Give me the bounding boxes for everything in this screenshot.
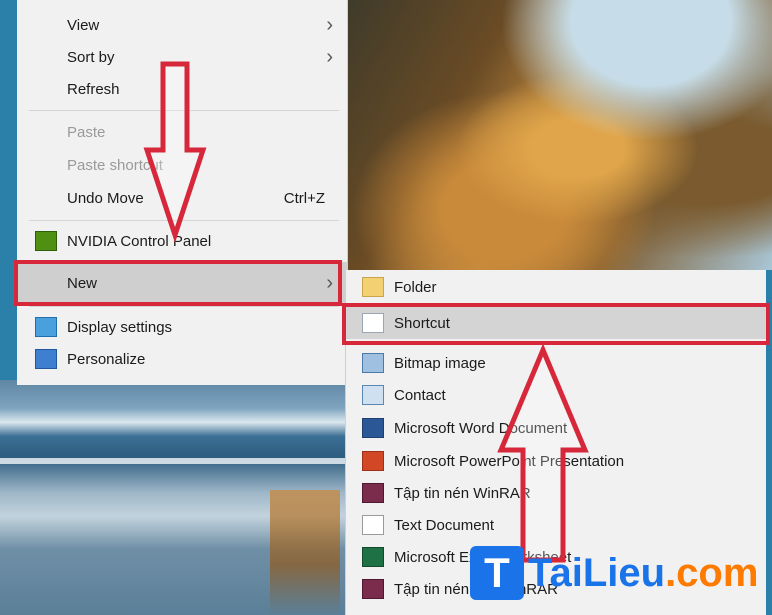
- shortcut-highlight-box: [342, 303, 770, 345]
- menu-item-sort-by[interactable]: Sort by ›: [17, 42, 347, 72]
- wallpaper-cliff: [340, 0, 772, 270]
- powerpoint-icon: [362, 451, 384, 471]
- submenu-item-folder[interactable]: Folder: [346, 272, 766, 302]
- menu-item-label: Paste: [67, 123, 106, 141]
- winrar-icon: [362, 483, 384, 503]
- bitmap-icon: [362, 353, 384, 373]
- menu-item-label: NVIDIA Control Panel: [67, 232, 212, 250]
- submenu-item-label: Folder: [394, 278, 437, 296]
- submenu-item-bitmap-image[interactable]: Bitmap image: [346, 348, 766, 378]
- contact-icon: [362, 385, 384, 405]
- winrar-zip-icon: [362, 579, 384, 599]
- menu-item-refresh[interactable]: Refresh: [17, 74, 347, 104]
- menu-item-label: Display settings: [67, 318, 173, 336]
- wave-band: [0, 458, 350, 464]
- menu-item-paste-shortcut: Paste shortcut: [17, 150, 347, 180]
- text-document-icon: [362, 515, 384, 535]
- menu-item-undo-move[interactable]: Undo Move Ctrl+Z: [17, 183, 347, 213]
- menu-item-label: Sort by: [67, 48, 115, 66]
- menu-separator: [29, 110, 339, 111]
- menu-item-display-settings[interactable]: Display settings: [17, 312, 347, 342]
- submenu-item-powerpoint-presentation[interactable]: Microsoft PowerPoint Presentation: [346, 446, 766, 476]
- menu-item-label: Refresh: [67, 80, 120, 98]
- submenu-item-label: Microsoft Word Document: [394, 419, 568, 437]
- menu-item-view[interactable]: View ›: [17, 10, 347, 40]
- submenu-item-label: Bitmap image: [394, 354, 486, 372]
- display-settings-icon: [35, 317, 57, 337]
- chevron-right-icon: ›: [326, 14, 333, 36]
- menu-item-label: View: [67, 16, 100, 34]
- nvidia-icon: [35, 231, 57, 251]
- word-icon: [362, 418, 384, 438]
- tailieu-wordmark: TaiLieu.com: [528, 550, 759, 595]
- submenu-item-label: Text Document: [394, 516, 495, 534]
- new-highlight-box: [14, 260, 342, 306]
- submenu-item-text-document[interactable]: Text Document: [346, 510, 766, 540]
- chevron-right-icon: ›: [326, 46, 333, 68]
- submenu-item-label: Microsoft PowerPoint Presentation: [394, 452, 625, 470]
- wallpaper-sea: [0, 380, 350, 615]
- menu-item-paste: Paste: [17, 117, 347, 147]
- keyboard-shortcut: Ctrl+Z: [283, 189, 325, 207]
- menu-item-label: Personalize: [67, 350, 146, 368]
- submenu-item-contact[interactable]: Contact: [346, 380, 766, 410]
- submenu-item-label: Contact: [394, 386, 446, 404]
- menu-separator: [29, 220, 339, 221]
- desktop-screenshot: View › Sort by › Refresh Paste Paste sho…: [0, 0, 772, 615]
- tailieu-watermark: T TaiLieu.com: [470, 543, 768, 603]
- water-reflection: [270, 490, 340, 615]
- menu-item-nvidia-control-panel[interactable]: NVIDIA Control Panel: [17, 226, 347, 256]
- menu-separator: [29, 306, 339, 307]
- menu-item-personalize[interactable]: Personalize: [17, 344, 347, 374]
- menu-item-label: Paste shortcut: [67, 156, 163, 174]
- desktop-context-menu: View › Sort by › Refresh Paste Paste sho…: [17, 0, 348, 385]
- submenu-item-label: Tập tin nén WinRAR: [394, 484, 531, 502]
- tailieu-logo: T: [470, 546, 524, 600]
- personalize-icon: [35, 349, 57, 369]
- menu-item-label: Undo Move: [67, 189, 144, 207]
- submenu-item-winrar[interactable]: Tập tin nén WinRAR: [346, 478, 766, 508]
- folder-icon: [362, 277, 384, 297]
- excel-icon: [362, 547, 384, 567]
- submenu-item-word-document[interactable]: Microsoft Word Document: [346, 413, 766, 443]
